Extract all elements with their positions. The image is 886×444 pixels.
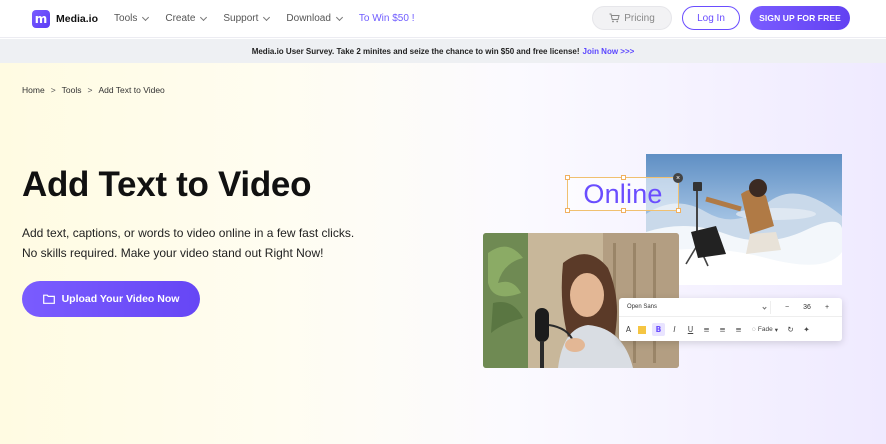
pricing-label: Pricing [624, 12, 655, 24]
align-center-icon[interactable]: ≡ [716, 323, 729, 336]
breadcrumb-tools[interactable]: Tools [62, 85, 82, 95]
chevron-down-icon [200, 13, 208, 21]
resize-handle[interactable] [565, 175, 570, 180]
logo[interactable]: m Media.io [32, 9, 99, 28]
upload-video-button[interactable]: Upload Your Video Now [22, 281, 200, 317]
text-color-icon[interactable]: A [622, 323, 635, 336]
animation-select[interactable]: ◌ Fade ▾ [752, 326, 778, 334]
italic-icon[interactable]: I [668, 323, 681, 336]
menu-tools[interactable]: Tools [114, 13, 150, 24]
resize-handle[interactable] [621, 175, 626, 180]
menu-label: Tools [114, 13, 138, 24]
pricing-button[interactable]: Pricing [592, 6, 672, 30]
menu-download[interactable]: Download [286, 13, 343, 24]
chevron-down-icon [762, 304, 767, 310]
font-size-value[interactable]: 36 [797, 304, 817, 311]
top-navbar: m Media.io Tools Create Support Download… [0, 0, 886, 38]
nav-actions: Pricing Log In SIGN UP FOR FREE [592, 6, 850, 30]
login-button[interactable]: Log In [682, 6, 740, 30]
survey-banner: Media.io User Survey. Take 2 minites and… [0, 39, 886, 63]
breadcrumb-separator: > [50, 85, 56, 95]
editor-format-row: A B I U ≡ ≡ ≡ ◌ Fade ▾ ↻ ✦ [619, 318, 842, 341]
color-swatch-icon[interactable] [638, 325, 646, 334]
menu-label: Support [223, 13, 259, 24]
description-line: Add text, captions, or words to video on… [22, 226, 355, 240]
win-promo-link[interactable]: To Win $50 ! [359, 13, 415, 24]
align-right-icon[interactable]: ≡ [732, 323, 745, 336]
resize-handle[interactable] [565, 208, 570, 213]
description-line: No skills required. Make your video stan… [22, 246, 324, 260]
bold-icon[interactable]: B [652, 323, 665, 336]
decrease-size-button[interactable]: − [777, 304, 797, 311]
chevron-down-icon [142, 13, 150, 21]
style-icon[interactable]: ✦ [800, 323, 813, 336]
font-select[interactable]: Open Sans [623, 300, 771, 314]
resize-handle[interactable] [621, 208, 626, 213]
breadcrumb: Home > Tools > Add Text to Video [22, 85, 165, 95]
overlay-text: Online [583, 178, 663, 209]
signup-button[interactable]: SIGN UP FOR FREE [750, 6, 850, 30]
editor-top-row: Open Sans − 36 + [619, 298, 842, 317]
hero-description: Add text, captions, or words to video on… [22, 223, 442, 263]
logo-mark-icon: m [32, 9, 50, 28]
resize-handle[interactable] [676, 208, 681, 213]
chevron-down-icon: ▾ [774, 326, 778, 334]
font-name: Open Sans [627, 304, 658, 310]
logo-text: Media.io [56, 12, 99, 25]
align-left-icon[interactable]: ≡ [700, 323, 713, 336]
breadcrumb-separator: > [87, 85, 93, 95]
upload-label: Upload Your Video Now [61, 293, 180, 305]
animation-icon: ◌ [752, 326, 756, 333]
menu-label: Download [286, 13, 331, 24]
breadcrumb-home[interactable]: Home [22, 85, 45, 95]
animation-label: Fade [757, 326, 773, 333]
page-title: Add Text to Video [22, 165, 312, 204]
close-icon[interactable]: × [673, 173, 683, 183]
text-editor-toolbar: Open Sans − 36 + A B I U ≡ ≡ ≡ ◌ Fade ▾ … [619, 298, 842, 341]
join-now-link[interactable]: Join Now >>> [583, 47, 635, 56]
folder-icon [42, 294, 55, 304]
underline-icon[interactable]: U [684, 323, 697, 336]
chevron-down-icon [263, 13, 271, 21]
increase-size-button[interactable]: + [817, 304, 837, 311]
banner-text: Media.io User Survey. Take 2 minites and… [251, 46, 580, 56]
menu-label: Create [165, 13, 196, 24]
menu-support[interactable]: Support [223, 13, 271, 24]
hero-section: Home > Tools > Add Text to Video Add Tex… [0, 63, 886, 444]
chevron-down-icon [335, 13, 343, 21]
main-menu: Tools Create Support Download To Win $50… [114, 13, 414, 24]
text-overlay-box[interactable]: Online × [565, 173, 683, 213]
cart-icon [609, 13, 620, 23]
menu-create[interactable]: Create [165, 13, 208, 24]
rotate-icon[interactable]: ↻ [784, 323, 797, 336]
font-size-stepper: − 36 + [777, 304, 837, 311]
breadcrumb-current: Add Text to Video [98, 85, 165, 95]
